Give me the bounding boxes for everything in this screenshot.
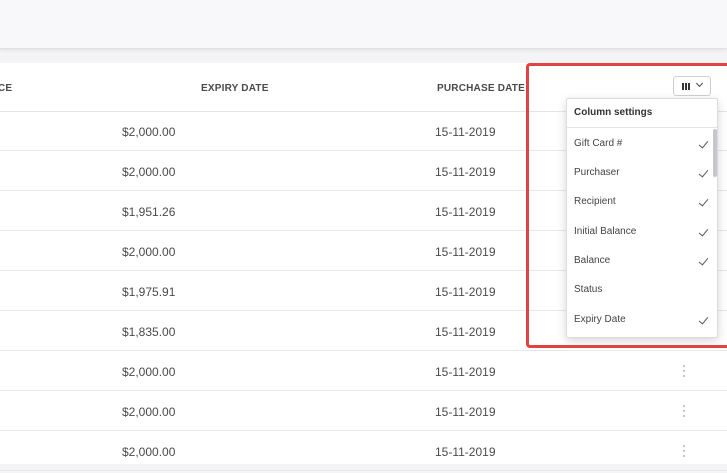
cell-purchase-date: 15-11-2019	[435, 325, 496, 339]
cell-balance: $1,975.91	[122, 285, 176, 299]
cell-purchase-date: 15-11-2019	[435, 285, 496, 299]
check-icon	[698, 196, 709, 207]
column-option-label: Status	[574, 284, 603, 295]
header-balance[interactable]: CE	[0, 63, 12, 111]
column-settings-button[interactable]	[673, 76, 711, 96]
cell-balance: $2,000.00	[122, 365, 176, 379]
check-icon	[698, 255, 709, 266]
cell-balance: $1,951.26	[122, 205, 176, 219]
cell-purchase-date: 15-11-2019	[435, 365, 496, 379]
menu-scrollbar[interactable]	[713, 129, 717, 177]
check-icon	[698, 167, 709, 178]
cell-balance: $1,835.00	[122, 325, 176, 339]
cell-purchase-date: 15-11-2019	[435, 165, 496, 179]
column-option-purchaser[interactable]: Purchaser	[567, 158, 713, 187]
column-option-label: Purchaser	[574, 167, 620, 178]
cell-balance: $2,000.00	[122, 165, 176, 179]
column-option-label: Initial Balance	[574, 226, 637, 237]
table-row[interactable]: $2,000.00 15-11-2019	[0, 391, 727, 431]
column-option-label: Gift Card #	[574, 138, 623, 149]
cell-balance: $2,000.00	[122, 405, 176, 419]
column-option-initial-balance[interactable]: Initial Balance	[567, 217, 713, 246]
row-actions-icon[interactable]	[682, 365, 686, 379]
cell-balance: $2,000.00	[122, 245, 176, 259]
header-purchase-date[interactable]: PURCHASE DATE	[437, 63, 525, 111]
column-option-label: Balance	[574, 255, 611, 266]
check-icon	[698, 226, 709, 237]
column-option-gift-card[interactable]: Gift Card #	[567, 129, 713, 158]
cell-purchase-date: 15-11-2019	[435, 445, 496, 459]
row-actions-icon[interactable]	[682, 405, 686, 419]
column-option-expiry-date[interactable]: Expiry Date	[567, 305, 713, 334]
columns-icon	[682, 83, 692, 90]
column-option-status[interactable]: Status	[567, 275, 713, 304]
cell-purchase-date: 15-11-2019	[435, 245, 496, 259]
column-settings-title: Column settings	[574, 107, 653, 118]
cell-balance: $2,000.00	[122, 125, 176, 139]
check-icon	[698, 314, 709, 325]
divider	[567, 127, 717, 128]
row-actions-icon[interactable]	[682, 445, 686, 459]
column-option-balance[interactable]: Balance	[567, 246, 713, 275]
cell-purchase-date: 15-11-2019	[435, 125, 496, 139]
cell-balance: $2,000.00	[122, 445, 176, 459]
top-bar	[0, 0, 727, 49]
cell-purchase-date: 15-11-2019	[435, 205, 496, 219]
column-settings-menu: Column settings Gift Card # Purchaser Re…	[566, 98, 718, 338]
table-row[interactable]: $2,000.00 15-11-2019	[0, 431, 727, 471]
table-row[interactable]: $2,000.00 15-11-2019	[0, 351, 727, 391]
header-expiry-date[interactable]: EXPIRY DATE	[201, 63, 269, 111]
column-option-recipient[interactable]: Recipient	[567, 187, 713, 216]
column-option-label: Expiry Date	[574, 314, 626, 325]
check-icon	[698, 138, 709, 149]
chevron-down-icon	[695, 79, 704, 88]
column-option-label: Recipient	[574, 196, 616, 207]
cell-purchase-date: 15-11-2019	[435, 405, 496, 419]
